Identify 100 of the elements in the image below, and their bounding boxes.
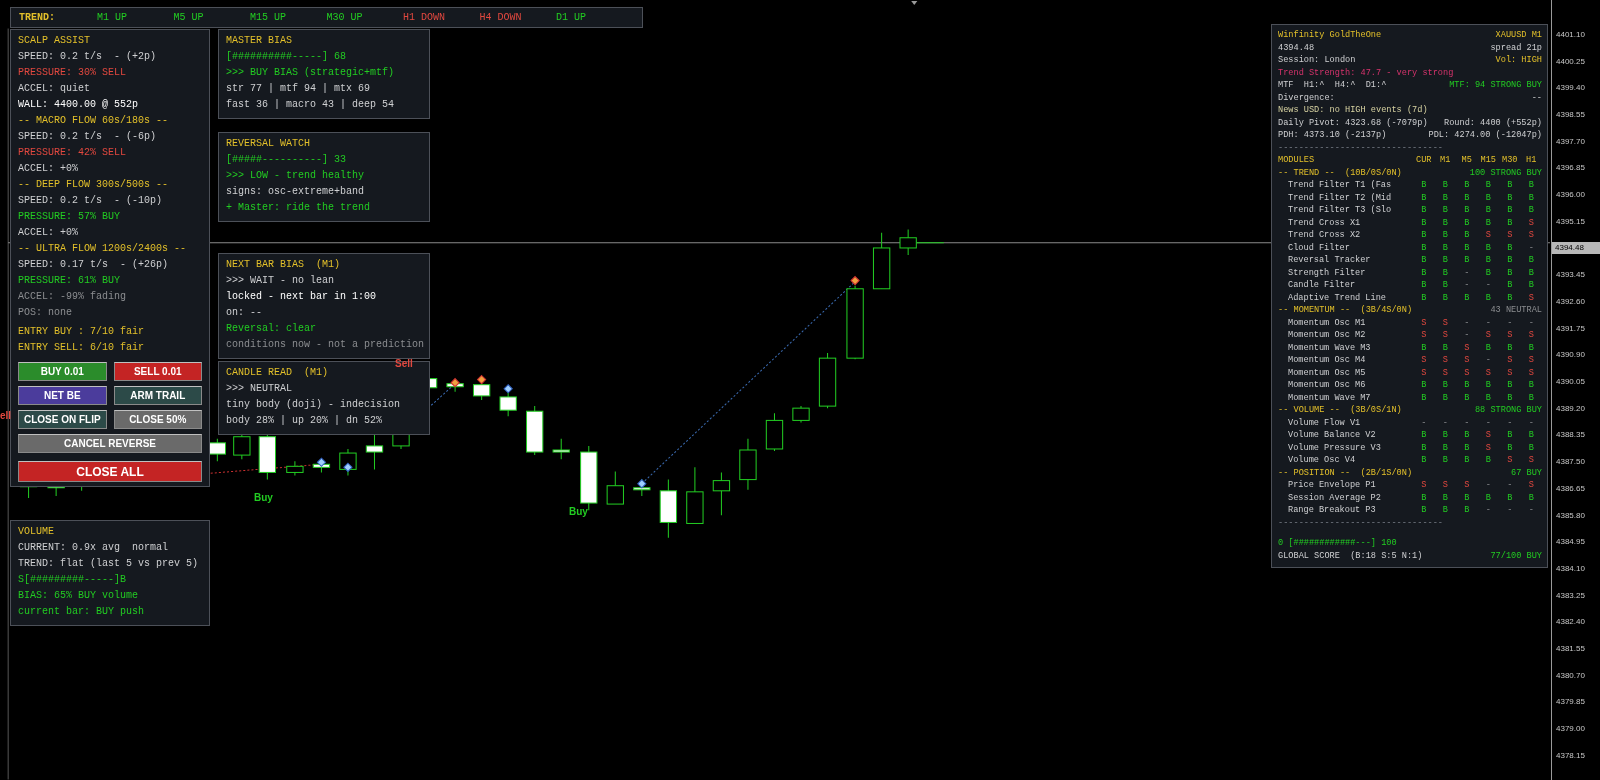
group-score: 100 STRONG BUY [1468,167,1542,178]
info-text: BIAS: 65% BUY volume [18,589,140,603]
price-label: 4393.45 [1555,269,1586,282]
signal-cell-text: B [1506,492,1514,503]
signal-cell-text: - [1527,505,1535,516]
signal-cell-text: S [1441,367,1449,378]
global-score-value: 77/100 BUY [1490,550,1542,561]
signal-cell-text: - [1463,267,1471,278]
signal-cell-text: - [1463,317,1471,328]
signal-cell-text: - [1506,505,1514,516]
column-header: M30 [1501,155,1519,166]
module-name: Volume Osc V4 [1287,455,1357,466]
info-text: ACCEL: -99% fading [18,290,128,304]
candle [712,471,731,516]
signal-cell-text: S [1506,330,1514,341]
candle [899,229,917,256]
signal-cell-text: B [1420,342,1428,353]
trade-button[interactable]: BUY 0.01 [18,362,107,381]
dashboard-text: 4394.48 [1278,42,1315,53]
signal-cell-text: B [1484,267,1492,278]
signal-cell-text: B [1420,180,1428,191]
info-text: SPEED: 0.2 t/s - (-6p) [18,130,158,144]
trade-button[interactable]: ARM TRAIL [113,386,202,405]
signal-cell-text: B [1484,492,1492,503]
candle [552,438,570,460]
column-header: M1 [1439,155,1452,166]
signal-cell-text: B [1441,192,1449,203]
trend-status: H1 DOWN [403,12,446,23]
signal-cell-text: B [1506,392,1514,403]
signal-cell-text: S [1527,455,1535,466]
signal-cell-text: B [1484,292,1492,303]
signal-cell-text: B [1441,217,1449,228]
signal-cell-text: S [1506,367,1514,378]
signal-cell-text: - [1484,317,1492,328]
signal-cell-text: B [1484,180,1492,191]
price-label: 4386.65 [1555,482,1586,495]
signal-cell-text: B [1484,342,1492,353]
signal-cell-text: B [1420,492,1428,503]
dashboard-text: Divergence: [1278,92,1335,103]
candle [526,405,544,456]
signal-cell-text: B [1527,392,1535,403]
signal-cell-text: B [1527,442,1535,453]
signal-cell-text: S [1463,355,1471,366]
signal-cell-text: B [1420,430,1428,441]
signal-cell-text: B [1441,492,1449,503]
signal-cell-text: B [1463,292,1471,303]
signal-cell-text: B [1527,342,1535,353]
price-label: 4381.55 [1555,642,1586,655]
panel-title: VOLUME [18,525,55,539]
info-text: + Master: ride the trend [226,201,372,215]
signal-cell-text: - [1527,242,1535,253]
price-label: 4383.25 [1555,589,1586,602]
panel-title: CANDLE READ (M1) [226,366,330,380]
signal-cell-text: B [1463,192,1471,203]
signal-cell-text: B [1463,455,1471,466]
info-text: TREND: flat (last 5 vs prev 5) [18,557,200,571]
info-text: [#####----------] 33 [226,153,348,167]
divider-text: -------------------------------- [1278,517,1444,528]
dashboard-text: PDH: 4373.10 (-2137p) [1278,130,1387,141]
info-text: >>> WAIT - no lean [226,274,336,288]
signal-cell-text: B [1420,280,1428,291]
module-name: Momentum Osc M1 [1287,317,1367,328]
signal-cell-text: - [1484,417,1492,428]
panel-title: -- ULTRA FLOW 1200s/2400s -- [18,242,188,256]
price-label: 4379.00 [1555,723,1586,736]
trade-button[interactable]: CLOSE 50% [113,410,202,429]
signal-cell-text: B [1441,342,1449,353]
module-name: Strength Filter [1287,267,1367,278]
trade-button[interactable]: NET BE [18,386,107,405]
info-text: PRESSURE: 61% BUY [18,274,122,288]
signal-cell-text: - [1506,480,1514,491]
signal-cell-text: B [1463,505,1471,516]
price-label: 4390.90 [1555,349,1586,362]
trade-button[interactable]: SELL 0.01 [113,362,202,381]
panel-title: NEXT BAR BIAS (M1) [226,258,342,272]
signal-cell-text: B [1506,242,1514,253]
trend-status: M1 UP [97,12,128,23]
price-label: 4395.15 [1555,215,1586,228]
signal-cell-text: B [1506,292,1514,303]
candle [818,352,837,409]
signal-cell-text: B [1441,267,1449,278]
trade-button[interactable]: CLOSE ON FLIP [18,410,107,429]
price-label: 4390.05 [1555,376,1586,389]
dashboard-text: Winfinity GoldTheOne [1278,30,1382,41]
divider-text: -------------------------------- [1278,142,1444,153]
signal-cell-text: B [1527,267,1535,278]
signal-cell-text: B [1420,230,1428,241]
candle [686,466,704,524]
module-name: Momentum Osc M6 [1287,380,1367,391]
trend-status: M15 UP [250,12,287,23]
signal-cell-text: S [1527,217,1535,228]
info-text: body 28% | up 20% | dn 52% [226,414,384,428]
candle [765,412,784,452]
signal-cell-text: B [1484,455,1492,466]
trade-button[interactable]: CLOSE ALL [18,461,202,482]
group-score: 67 BUY [1510,467,1542,478]
signal-cell-text: B [1420,217,1428,228]
trade-button[interactable]: CANCEL REVERSE [18,434,202,453]
signal-cell-text: - [1463,417,1471,428]
signal-cell-text: - [1484,355,1492,366]
